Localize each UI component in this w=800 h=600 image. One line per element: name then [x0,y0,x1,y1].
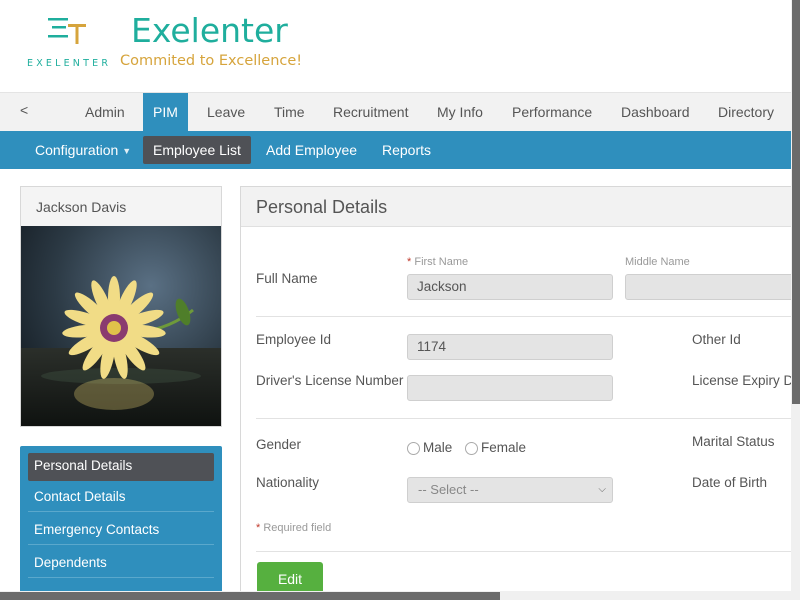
nav-item-time[interactable]: Time [264,93,315,132]
license-expiry-label: License Expiry Da [692,373,800,388]
divider [256,551,800,552]
first-name-label: * First Name [407,256,468,268]
nationality-label: Nationality [256,475,320,490]
required-mark: * [256,522,261,534]
gender-female-label[interactable]: Female [481,440,526,455]
sub-nav: Configuration ▼ Employee List Add Employe… [0,131,792,169]
nav-item-dashboard[interactable]: Dashboard [611,93,700,132]
required-field-text: Required field [263,522,332,534]
panel-title: Personal Details [256,197,388,217]
et-logo-icon [48,18,86,44]
side-item-personal-details[interactable]: Personal Details [28,453,214,481]
personal-details-panel: Personal Details Full Name * First Name … [240,186,800,600]
brand-tagline: Commited to Excellence! [120,53,303,69]
caret-down-icon: ▼ [122,146,132,156]
required-mark: * [407,256,412,268]
page: EXELENTER Exelenter Commited to Excellen… [0,0,800,600]
nav-item-my-info[interactable]: My Info [427,93,493,132]
horizontal-scrollbar-thumb[interactable] [0,592,500,600]
profile-photo[interactable] [21,226,221,426]
first-name-label-text: First Name [414,256,469,268]
app-header: EXELENTER Exelenter Commited to Excellen… [0,0,800,92]
nav-item-performance[interactable]: Performance [502,93,602,132]
profile-name: Jackson Davis [36,199,127,215]
side-item-dependents[interactable]: Dependents [28,550,214,578]
required-field-note: * Required field [256,522,331,534]
brand-name: Exelenter [131,11,288,50]
nav-item-directory[interactable]: Directory [708,93,784,132]
nav-prev-button[interactable]: < [20,102,28,118]
logo-small-text: EXELENTER [27,58,112,69]
gender-male-radio[interactable] [407,442,420,455]
subnav-employee-list[interactable]: Employee List [143,136,251,164]
profile-card: Jackson Davis [20,186,222,427]
side-menu: Personal Details Contact Details Emergen… [20,446,222,600]
subnav-reports[interactable]: Reports [372,136,441,164]
divider [256,418,800,419]
nationality-select[interactable]: -- Select -- ⌵ [407,477,613,503]
nationality-select-value: -- Select -- [418,482,479,497]
panel-header: Personal Details [241,187,800,227]
first-name-field[interactable]: Jackson [407,274,613,300]
middle-name-label: Middle Name [625,256,690,268]
license-field[interactable] [407,375,613,401]
divider [256,316,800,317]
other-id-label: Other Id [692,332,741,347]
license-label: Driver's License Number [256,373,404,388]
side-item-emergency-contacts[interactable]: Emergency Contacts [28,517,214,545]
gender-label: Gender [256,437,302,452]
gender-female-radio[interactable] [465,442,478,455]
marital-status-label: Marital Status [692,434,775,449]
subnav-add-employee[interactable]: Add Employee [256,136,367,164]
side-item-contact-details[interactable]: Contact Details [28,484,214,512]
employee-id-field[interactable]: 1174 [407,334,613,360]
chevron-down-icon: ⌵ [598,484,606,495]
nav-item-leave[interactable]: Leave [197,93,255,132]
subnav-configuration-label: Configuration [35,142,119,158]
nav-item-recruitment[interactable]: Recruitment [323,93,418,132]
employee-id-label: Employee Id [256,332,332,347]
nav-item-pim[interactable]: PIM [143,93,188,132]
full-name-label: Full Name [256,271,318,286]
date-of-birth-label: Date of Birth [692,475,768,490]
vertical-scrollbar-thumb[interactable] [792,0,800,404]
middle-name-field[interactable] [625,274,800,300]
main-nav: < Admin PIM Leave Time Recruitment My In… [0,92,800,132]
gender-male-label[interactable]: Male [423,440,452,455]
nav-item-admin[interactable]: Admin [75,93,135,132]
subnav-configuration[interactable]: Configuration ▼ [25,136,141,164]
